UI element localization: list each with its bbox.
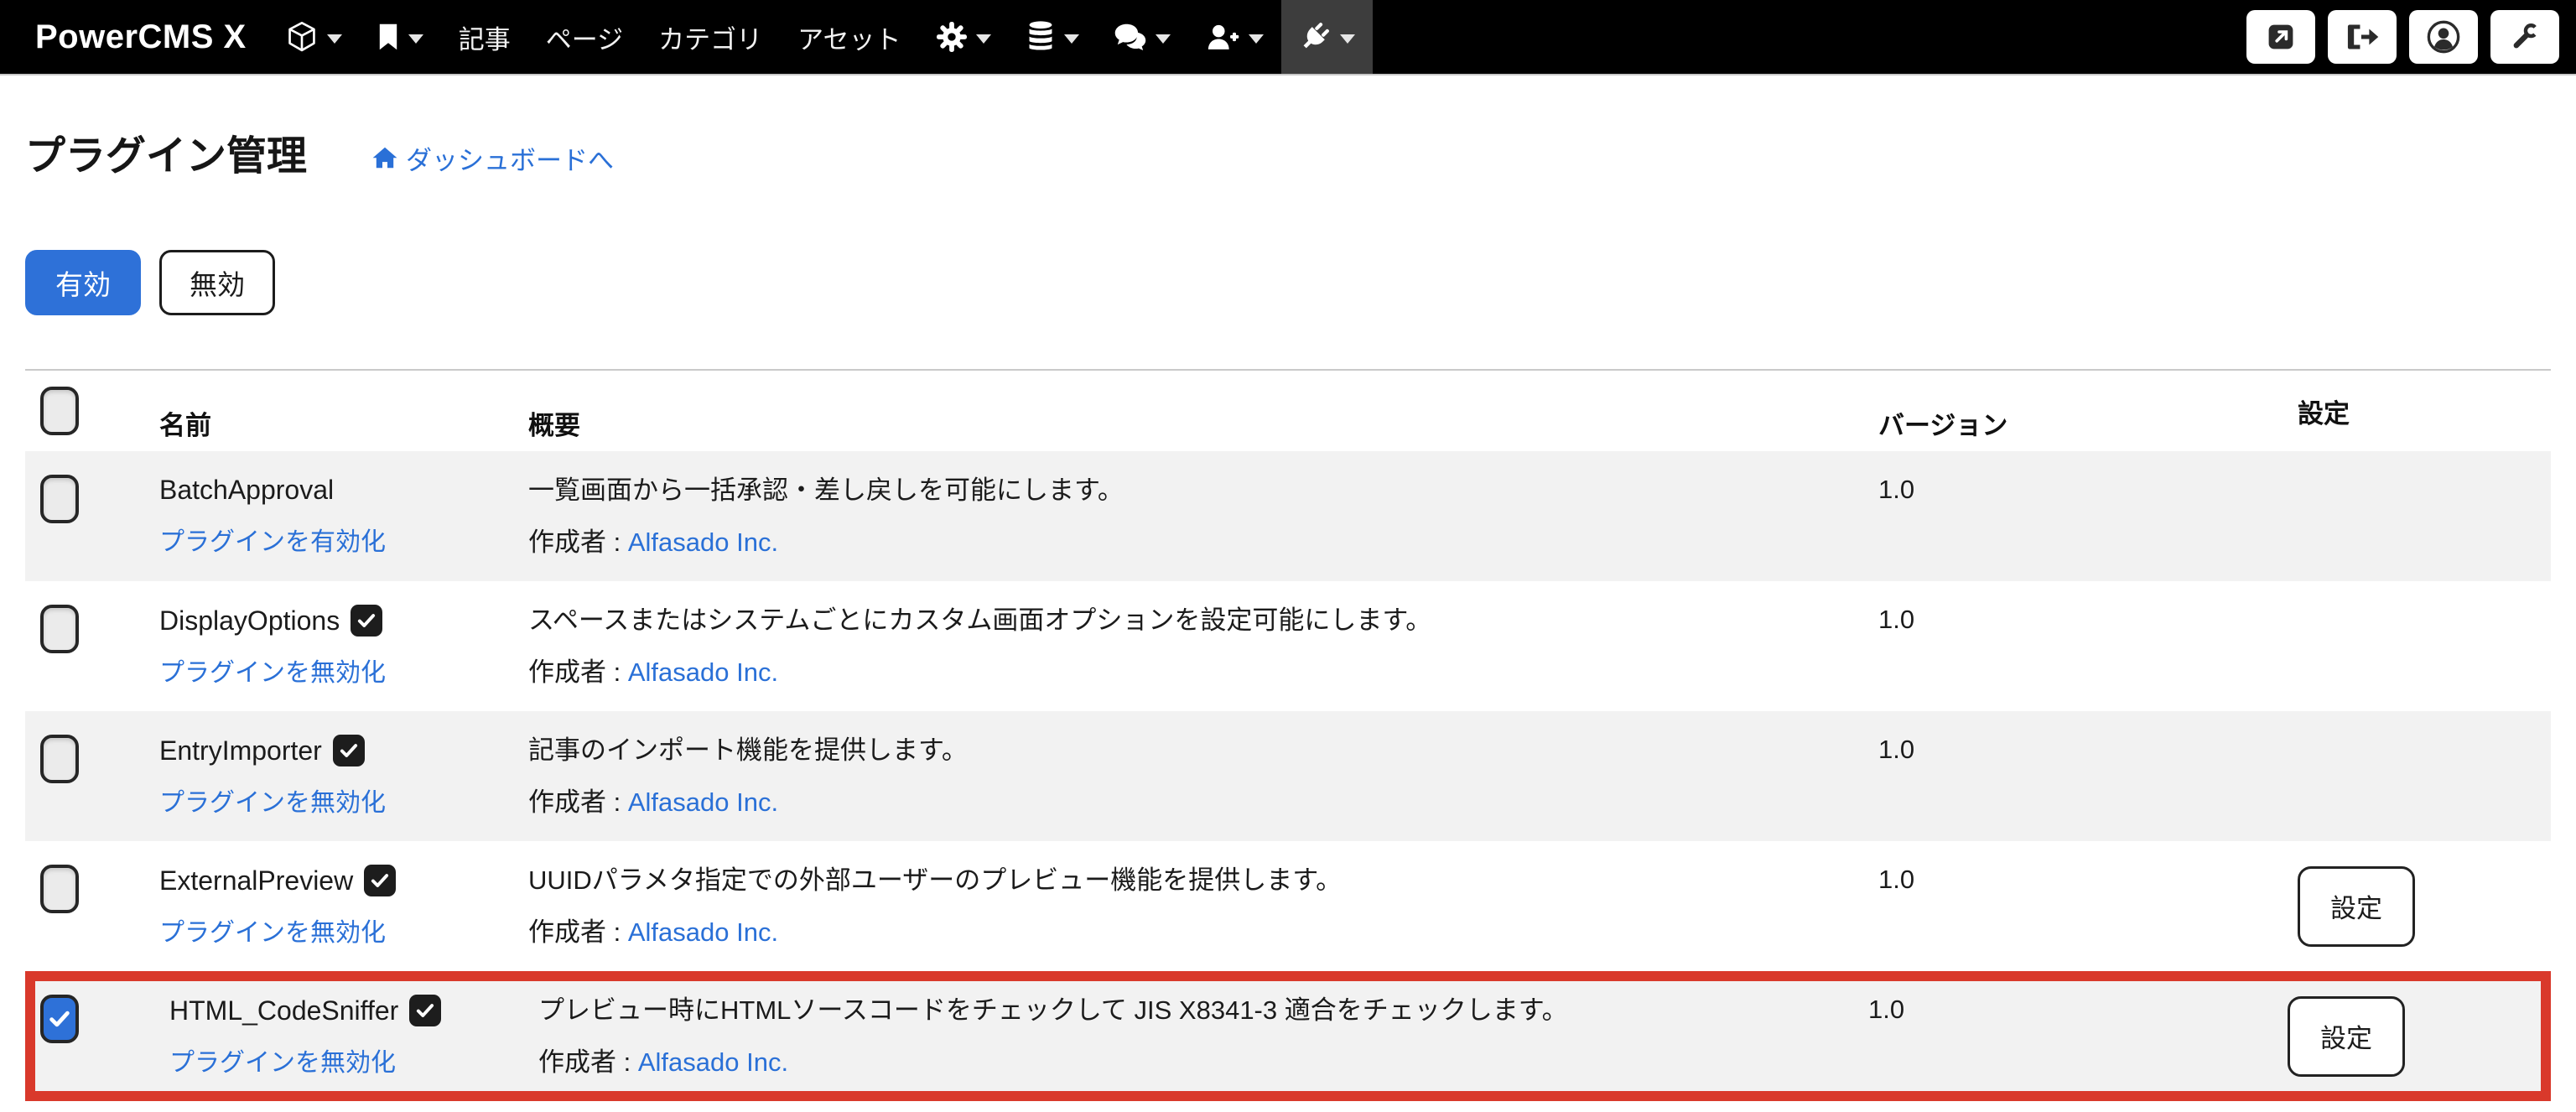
plugin-toggle-link[interactable]: プラグインを有効化 — [159, 521, 386, 558]
plugin-settings-button[interactable]: 設定 — [2288, 995, 2405, 1077]
tools-button[interactable] — [2490, 10, 2559, 64]
author-label: 作成者 : — [528, 527, 621, 557]
plugin-description: 一覧画面から一括承認・差し戻しを可能にします。 — [528, 475, 1124, 505]
bookmark-icon — [377, 23, 399, 51]
brand-logo[interactable]: PowerCMS X — [35, 18, 247, 56]
nav-item-assets[interactable]: アセット — [780, 0, 918, 74]
plugin-description: プレビュー時にHTMLソースコードをチェックして JIS X8341-3 適合を… — [538, 995, 1568, 1025]
user-plus-icon — [1206, 23, 1239, 51]
home-icon — [372, 146, 397, 169]
nav-space-menu[interactable] — [268, 0, 360, 74]
plugin-toggle-link[interactable]: プラグインを無効化 — [159, 912, 386, 948]
chevron-down-icon — [1063, 34, 1079, 44]
column-header-name: 名前 — [159, 410, 211, 440]
plugin-version: 1.0 — [1878, 475, 1915, 504]
author-link[interactable]: Alfasado Inc. — [628, 787, 778, 817]
plugin-description: UUIDパラメタ指定での外部ユーザーのプレビュー機能を提供します。 — [528, 865, 1343, 895]
plugin-name: EntryImporter — [159, 735, 322, 766]
row-checkbox[interactable] — [40, 605, 79, 653]
chevron-down-icon — [975, 34, 991, 44]
sign-out-icon — [2345, 22, 2379, 52]
wrench-icon — [2508, 20, 2542, 54]
filter-inactive-button[interactable]: 無効 — [159, 250, 275, 315]
chevron-down-icon — [1339, 34, 1355, 44]
plugin-toggle-link[interactable]: プラグインを無効化 — [159, 782, 386, 818]
author-link[interactable]: Alfasado Inc. — [628, 527, 778, 557]
enabled-check-icon — [351, 605, 383, 637]
database-icon — [1026, 21, 1055, 53]
author-link[interactable]: Alfasado Inc. — [628, 917, 778, 947]
nav-item-categories[interactable]: カテゴリ — [641, 0, 780, 74]
nav-users-menu[interactable] — [1188, 0, 1281, 74]
plugin-name: BatchApproval — [159, 475, 335, 505]
navbar-menu: 記事 ページ カテゴリ アセット — [268, 0, 1373, 74]
column-header-version: バージョン — [1878, 410, 2008, 440]
plugins-table: 名前 概要 バージョン 設定 BatchApproval プラグインを有効化 一… — [25, 369, 2551, 1101]
table-row: EntryImporter プラグインを無効化 記事のインポート機能を提供します… — [25, 711, 2551, 841]
author-link[interactable]: Alfasado Inc. — [638, 1047, 788, 1077]
user-account-button[interactable] — [2409, 10, 2478, 64]
plugin-settings-button[interactable]: 設定 — [2298, 865, 2415, 947]
plugin-description: スペースまたはシステムごとにカスタム画面オプションを設定可能にします。 — [528, 605, 1432, 635]
nav-settings-menu[interactable] — [919, 0, 1009, 74]
row-checkbox[interactable] — [40, 865, 79, 913]
plugin-version: 1.0 — [1878, 605, 1915, 634]
nav-bookmark-menu[interactable] — [360, 0, 441, 74]
external-link-icon — [2264, 20, 2298, 54]
user-circle-icon — [2426, 19, 2461, 55]
row-checkbox[interactable] — [40, 735, 79, 783]
author-link[interactable]: Alfasado Inc. — [628, 657, 778, 687]
page-title: プラグイン管理 — [25, 134, 308, 179]
gear-icon — [936, 22, 967, 52]
cube-icon — [286, 21, 318, 53]
nav-item-entries[interactable]: 記事 — [441, 0, 528, 74]
table-header-row: 名前 概要 バージョン 設定 — [25, 371, 2551, 451]
plugin-toggle-link[interactable]: プラグインを無効化 — [169, 1042, 396, 1078]
plugin-version: 1.0 — [1878, 735, 1915, 764]
enabled-check-icon — [332, 735, 365, 766]
page-header: プラグイン管理 ダッシュボードへ — [25, 122, 2551, 181]
row-checkbox[interactable] — [40, 995, 79, 1043]
author-label: 作成者 : — [528, 787, 621, 817]
plugin-toggle-link[interactable]: プラグインを無効化 — [159, 652, 386, 689]
chevron-down-icon — [1248, 34, 1264, 44]
page-content: プラグイン管理 ダッシュボードへ 有効 無効 名前 概要 バージョン 設定 Ba… — [0, 122, 2576, 1101]
table-row: ExternalPreview プラグインを無効化 UUIDパラメタ指定での外部… — [25, 841, 2551, 971]
select-all-checkbox[interactable] — [40, 387, 79, 435]
chevron-down-icon — [1155, 34, 1171, 44]
nav-item-pages[interactable]: ページ — [528, 0, 641, 74]
row-checkbox[interactable] — [40, 475, 79, 523]
view-site-button[interactable] — [2246, 10, 2315, 64]
comments-icon — [1114, 23, 1146, 51]
chevron-down-icon — [408, 34, 423, 44]
plugin-name: HTML_CodeSniffer — [169, 995, 399, 1026]
filter-active-button[interactable]: 有効 — [25, 250, 141, 315]
table-row-highlighted: HTML_CodeSniffer プラグインを無効化 プレビュー時にHTMLソー… — [25, 971, 2551, 1101]
plugin-version: 1.0 — [1878, 865, 1915, 894]
nav-plugins-menu[interactable] — [1280, 0, 1373, 74]
navbar-right-actions — [2246, 0, 2559, 74]
chevron-down-icon — [326, 34, 342, 44]
status-filter-bar: 有効 無効 — [25, 250, 2551, 315]
plug-icon — [1299, 21, 1331, 53]
top-navbar: PowerCMS X 記事 ページ カテゴリ アセット — [0, 0, 2576, 75]
plugin-name: DisplayOptions — [159, 605, 340, 636]
plugin-version: 1.0 — [1868, 995, 1905, 1024]
enabled-check-icon — [409, 995, 442, 1026]
author-label: 作成者 : — [528, 917, 621, 947]
column-header-settings: 設定 — [2298, 398, 2350, 429]
author-label: 作成者 : — [538, 1047, 631, 1077]
author-label: 作成者 : — [528, 657, 621, 687]
table-row: DisplayOptions プラグインを無効化 スペースまたはシステムごとにカ… — [25, 581, 2551, 711]
enabled-check-icon — [364, 865, 397, 896]
dashboard-link[interactable]: ダッシュボードへ — [372, 139, 614, 177]
column-header-summary: 概要 — [528, 410, 580, 440]
sign-out-button[interactable] — [2328, 10, 2397, 64]
nav-database-menu[interactable] — [1009, 0, 1097, 74]
plugin-description: 記事のインポート機能を提供します。 — [528, 735, 968, 765]
nav-comments-menu[interactable] — [1097, 0, 1188, 74]
plugin-name: ExternalPreview — [159, 865, 354, 896]
table-row: BatchApproval プラグインを有効化 一覧画面から一括承認・差し戻しを… — [25, 451, 2551, 581]
